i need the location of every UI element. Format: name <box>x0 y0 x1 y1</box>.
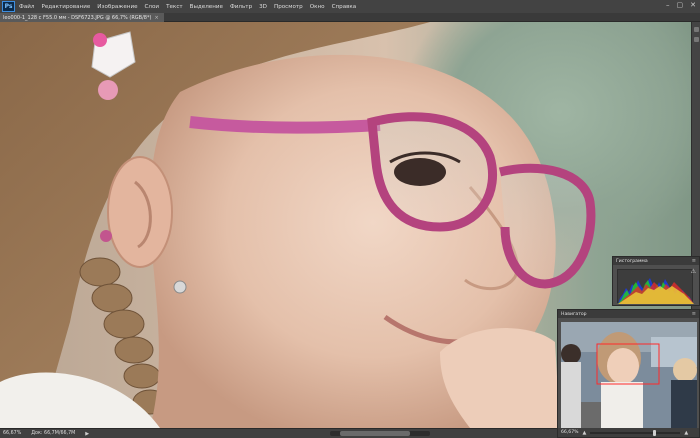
navigator-panel: Навигатор ≡ 66,67% ▲ ▲ <box>557 309 700 438</box>
menu-edit[interactable]: Редактирование <box>41 4 90 10</box>
histogram-plot <box>618 278 694 304</box>
status-bar: 66,67% Док: 66,7M/66,7M ▶ <box>0 428 557 438</box>
menu-type[interactable]: Текст <box>166 4 183 10</box>
document-tab[interactable]: leo000-1_128 с F55.0 мм - DSF6723.JPG @ … <box>0 13 164 22</box>
menu-help[interactable]: Справка <box>332 4 357 10</box>
navigator-preview-image <box>561 322 697 428</box>
status-zoom-field[interactable]: 66,67% <box>3 431 21 436</box>
photoshop-logo: Ps <box>2 1 15 12</box>
horizontal-scrollbar[interactable] <box>330 431 430 436</box>
menu-layers[interactable]: Слои <box>145 4 160 10</box>
warning-icon[interactable]: ⚠ <box>691 268 696 275</box>
status-menu-arrow-icon[interactable]: ▶ <box>85 431 89 437</box>
zoom-slider[interactable] <box>590 429 681 436</box>
menu-window[interactable]: Окно <box>310 4 325 10</box>
menu-view[interactable]: Просмотр <box>274 4 303 10</box>
navigator-zoom-bar: 66,67% ▲ ▲ <box>558 428 699 437</box>
histogram-graph <box>617 269 694 304</box>
document-tab-bar: leo000-1_128 с F55.0 мм - DSF6723.JPG @ … <box>0 13 700 22</box>
window-controls: – ▢ ✕ <box>666 1 696 9</box>
tab-close-icon[interactable]: × <box>154 15 158 21</box>
navigator-header: Навигатор ≡ <box>558 310 699 318</box>
panel-menu-icon[interactable]: ≡ <box>692 258 696 264</box>
minimize-icon[interactable]: – <box>666 1 670 9</box>
zoom-out-icon[interactable]: ▲ <box>583 430 587 436</box>
status-doc-info: Док: 66,7M/66,7M <box>31 431 76 436</box>
zoom-in-icon[interactable]: ▲ <box>684 430 688 436</box>
document-tab-title: leo000-1_128 с F55.0 мм - DSF6723.JPG @ … <box>3 14 152 21</box>
navigator-zoom-field[interactable]: 66,67% <box>561 430 579 435</box>
menu-file[interactable]: Файл <box>19 4 34 10</box>
dock-panel-icon[interactable] <box>693 37 699 42</box>
menu-select[interactable]: Выделение <box>190 4 223 10</box>
menu-filter[interactable]: Фильтр <box>230 4 252 10</box>
panel-menu-icon[interactable]: ≡ <box>692 311 696 317</box>
navigator-title[interactable]: Навигатор <box>561 312 587 317</box>
menu-image[interactable]: Изображение <box>97 4 137 10</box>
histogram-header: Гистограмма ≡ <box>613 257 699 265</box>
navigator-thumbnail[interactable] <box>561 322 697 428</box>
menu-bar: Ps Файл Редактирование Изображение Слои … <box>0 0 700 13</box>
scrollbar-thumb[interactable] <box>340 431 410 436</box>
dock-collapse-icon[interactable] <box>693 27 699 32</box>
menu-3d[interactable]: 3D <box>259 4 267 10</box>
maximize-icon[interactable]: ▢ <box>677 1 684 9</box>
close-icon[interactable]: ✕ <box>690 1 696 9</box>
zoom-slider-knob[interactable] <box>653 429 657 436</box>
histogram-title[interactable]: Гистограмма <box>616 259 648 264</box>
histogram-panel: Гистограмма ≡ ⚠ <box>612 256 700 306</box>
